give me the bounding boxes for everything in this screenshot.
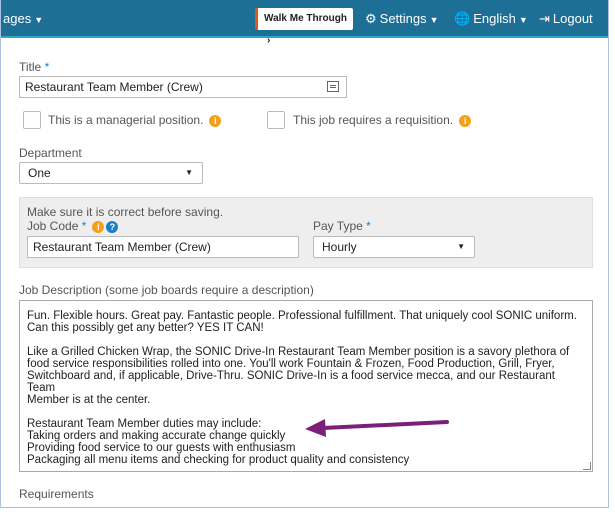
pay-type-label: Pay Type * bbox=[313, 219, 371, 233]
job-description-label: Job Description (some job boards require… bbox=[19, 283, 314, 297]
requirements-label: Requirements bbox=[19, 487, 94, 501]
language-menu[interactable]: 🌐 English ▼ bbox=[454, 11, 528, 27]
title-label: Title * bbox=[19, 60, 50, 74]
caret-down-icon: ▼ bbox=[34, 15, 44, 25]
job-code-input[interactable]: Restaurant Team Member (Crew) bbox=[27, 236, 299, 258]
panel-note: Make sure it is correct before saving. bbox=[27, 205, 224, 219]
walk-me-through-button[interactable]: Walk Me Through › bbox=[255, 8, 353, 46]
contact-card-icon[interactable] bbox=[327, 81, 339, 92]
requisition-label: This job requires a requisition. i bbox=[293, 113, 472, 127]
required-marker: * bbox=[44, 60, 50, 74]
gear-icon: ⚙ bbox=[365, 11, 377, 26]
help-icon[interactable]: ? bbox=[106, 220, 119, 233]
pages-menu[interactable]: ages ▼ bbox=[3, 11, 43, 26]
job-code-input-value: Restaurant Team Member (Crew) bbox=[33, 240, 211, 254]
settings-label: Settings bbox=[379, 11, 427, 26]
managerial-checkbox[interactable] bbox=[23, 111, 41, 129]
walk-me-through-label: Walk Me Through bbox=[264, 13, 347, 24]
app-frame: ages ▼ Walk Me Through › ⚙ Settings ▼ 🌐 Engl… bbox=[0, 0, 609, 508]
logout-label: Logout bbox=[552, 11, 593, 26]
title-input[interactable]: Restaurant Team Member (Crew) bbox=[19, 76, 347, 98]
caret-down-icon: ▼ bbox=[457, 242, 465, 251]
description-paragraph: Like a Grilled Chicken Wrap, the SONIC D… bbox=[27, 346, 570, 406]
pages-menu-label: ages bbox=[3, 11, 32, 26]
annotation-arrow bbox=[305, 419, 449, 437]
resize-handle[interactable] bbox=[583, 462, 591, 470]
department-select-value: One bbox=[28, 166, 51, 180]
pay-type-select[interactable]: Hourly ▼ bbox=[313, 236, 475, 258]
caret-down-icon: ▼ bbox=[185, 168, 193, 177]
logout-link[interactable]: ⇥ Logout bbox=[539, 11, 593, 27]
job-code-label: Job Code * i? bbox=[27, 219, 119, 233]
settings-menu[interactable]: ⚙ Settings ▼ bbox=[365, 11, 439, 27]
language-label: English bbox=[473, 11, 516, 26]
managerial-label: This is a managerial position. i bbox=[48, 113, 222, 127]
requisition-checkbox[interactable] bbox=[267, 111, 285, 129]
title-input-value: Restaurant Team Member (Crew) bbox=[25, 80, 203, 94]
info-icon[interactable]: i bbox=[209, 114, 222, 127]
caret-down-icon: ▼ bbox=[518, 15, 528, 25]
pay-type-select-value: Hourly bbox=[322, 240, 357, 254]
top-nav: ages ▼ Walk Me Through › ⚙ Settings ▼ 🌐 Engl… bbox=[1, 0, 608, 46]
required-marker: * bbox=[81, 219, 87, 233]
department-label: Department bbox=[19, 146, 82, 160]
required-marker: * bbox=[366, 219, 371, 233]
globe-icon: 🌐 bbox=[454, 11, 471, 26]
department-select[interactable]: One ▼ bbox=[19, 162, 203, 184]
chevron-right-icon: › bbox=[267, 35, 271, 46]
description-paragraph: Fun. Flexible hours. Great pay. Fantasti… bbox=[27, 310, 577, 334]
job-description-textarea[interactable]: Fun. Flexible hours. Great pay. Fantasti… bbox=[19, 300, 593, 472]
info-icon[interactable]: i bbox=[459, 114, 472, 127]
caret-down-icon: ▼ bbox=[429, 15, 439, 25]
info-icon[interactable]: i bbox=[92, 220, 105, 233]
logout-icon: ⇥ bbox=[539, 11, 550, 26]
